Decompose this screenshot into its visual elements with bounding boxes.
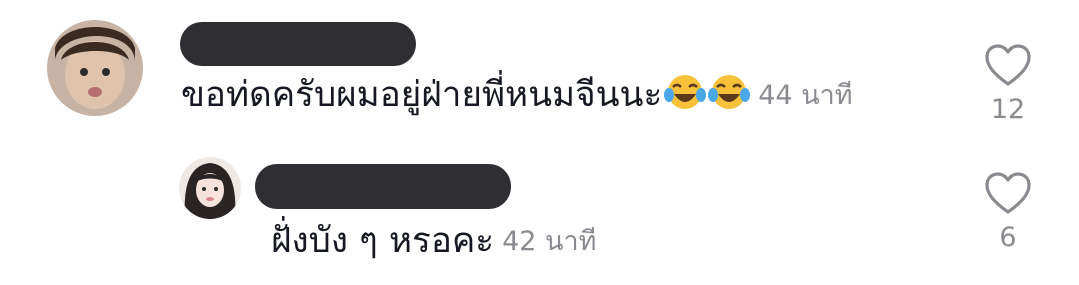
- avatar-image: [179, 157, 241, 219]
- tears-of-joy-emoji-icon: [664, 72, 707, 119]
- comment-body: ขอท่ดครับผมอยู่ฝ่ายพี่หนมจีนนะ: [181, 75, 663, 115]
- avatar-image: [47, 20, 143, 116]
- reply-text: ฝั่งบัง ๆ หรอคะ 42 นาที: [271, 224, 596, 259]
- reply-like-button[interactable]: 6: [978, 172, 1038, 253]
- like-button[interactable]: 12: [978, 44, 1038, 125]
- reply-like-count: 6: [999, 222, 1017, 253]
- reply-avatar[interactable]: [179, 157, 241, 219]
- comment-timestamp: 44 นาที: [758, 80, 853, 111]
- username-redacted[interactable]: [180, 22, 416, 66]
- comment-text: ขอท่ดครับผมอยู่ฝ่ายพี่หนมจีนนะ 44 นาที: [181, 72, 853, 119]
- like-count: 12: [990, 94, 1026, 125]
- reply-username-redacted[interactable]: [255, 164, 511, 209]
- reply-timestamp: 42 นาที: [502, 226, 597, 257]
- heart-icon: [985, 172, 1031, 214]
- commenter-avatar[interactable]: [47, 20, 143, 116]
- tears-of-joy-emoji-icon: [708, 72, 751, 119]
- reply-body: ฝั่งบัง ๆ หรอคะ: [271, 221, 495, 261]
- heart-icon: [985, 44, 1031, 86]
